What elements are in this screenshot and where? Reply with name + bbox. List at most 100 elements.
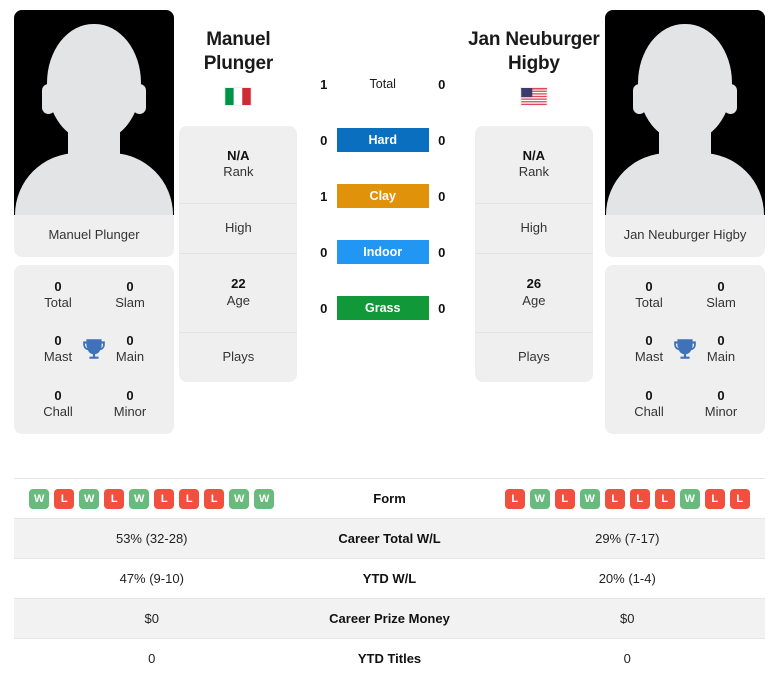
right-age-value: 26	[526, 276, 542, 292]
h2h-hard-left-score: 0	[320, 132, 328, 148]
right-career-wl-value: 29% (7-17)	[595, 531, 660, 546]
right-age-label: Age	[522, 293, 546, 309]
right-rank-label: Rank	[518, 164, 550, 180]
right-age-row: 26 Age	[474, 254, 593, 333]
right-titles-chall: 0 Chall	[613, 388, 685, 421]
h2h-indoor-right-score: 0	[438, 244, 446, 260]
right-player-name: Jan Neuburger Higby	[463, 28, 605, 76]
h2h-row-total: 1 Total 0	[303, 70, 463, 98]
avatar-silhouette-body	[15, 153, 173, 215]
left-age-row: 22 Age	[179, 254, 298, 333]
h2h-row-indoor: 0 Indoor 0	[303, 238, 463, 266]
right-high-row: High	[474, 204, 593, 255]
right-titles-minor: 0 Minor	[685, 388, 757, 421]
player-stats-table: WLWLWLLLWW Form LWLWLLLWLL 53% (32-28) C…	[14, 478, 765, 678]
right-player-name-line2: Higby	[507, 52, 560, 74]
left-player-photo-card[interactable]: Manuel Plunger	[14, 10, 174, 257]
right-player-photo-card[interactable]: Jan Neuburger Higby	[605, 10, 765, 257]
table-row-career-total-wl: 53% (32-28) Career Total W/L 29% (7-17)	[14, 518, 765, 559]
left-age-value: 22	[231, 276, 246, 292]
right-plays-row: Plays	[475, 333, 593, 382]
h2h-row-grass: 0 Grass 0	[303, 294, 463, 322]
form-badge-loss: L	[604, 488, 625, 509]
right-rank-row: N/A Rank	[474, 126, 593, 205]
avatar-silhouette-ear-left	[633, 84, 646, 114]
right-titles-total-label: Total	[635, 294, 663, 310]
left-plays-row: Plays	[179, 333, 297, 382]
left-rank-value: N/A	[227, 147, 250, 163]
h2h-clay-right-score: 0	[438, 188, 446, 204]
right-player-photo-name: Jan Neuburger Higby	[623, 227, 747, 242]
h2h-grass-badge[interactable]: Grass	[336, 296, 429, 320]
left-plays-label: Plays	[222, 348, 255, 364]
left-career-wl-value: 53% (32-28)	[115, 531, 188, 546]
row-label-career-total-wl: Career Total W/L	[338, 531, 441, 546]
left-titles-minor-value: 0	[126, 387, 134, 403]
form-badge-win: W	[79, 488, 100, 509]
form-badge-win: W	[254, 488, 275, 509]
right-titles-chall-label: Chall	[634, 403, 664, 419]
right-rank-value: N/A	[522, 147, 546, 163]
form-badge-win: W	[579, 488, 600, 509]
form-badge-loss: L	[504, 488, 525, 509]
usa-flag-icon	[519, 86, 548, 106]
right-titles-total: 0 Total	[613, 279, 685, 312]
form-badge-loss: L	[154, 488, 175, 509]
h2h-total-label: Total	[369, 77, 396, 91]
avatar-silhouette-body	[606, 153, 764, 215]
row-label-career-prize-money: Career Prize Money	[329, 611, 450, 626]
right-player-photo-column: Jan Neuburger Higby 0 Total 0 Slam 0 Mas…	[605, 10, 765, 435]
left-rank-label: Rank	[223, 164, 254, 180]
right-titles-minor-label: Minor	[704, 403, 738, 419]
h2h-row-hard: 0 Hard 0	[303, 126, 463, 154]
h2h-clay-badge[interactable]: Clay	[336, 184, 429, 208]
h2h-total-right-score: 0	[438, 76, 446, 92]
right-titles-slam: 0 Slam	[685, 279, 757, 312]
h2h-grass-right-score: 0	[438, 300, 446, 316]
left-titles-chall-label: Chall	[43, 403, 73, 419]
right-ytd-titles-value: 0	[623, 651, 631, 666]
table-row-form: WLWLWLLLWW Form LWLWLLLWLL	[14, 478, 765, 519]
form-badge-win: W	[529, 488, 550, 509]
left-high-label: High	[225, 220, 252, 236]
left-player-photo-column: Manuel Plunger 0 Total 0 Slam 0 Mast 0 M…	[14, 10, 174, 435]
avatar-silhouette-ear-right	[133, 84, 146, 114]
left-rank-row: N/A Rank	[179, 126, 298, 205]
right-player-rank-card: N/A Rank High 26 Age Plays	[474, 125, 593, 382]
left-player-titles-card: 0 Total 0 Slam 0 Mast 0 Main 0 Chall 0 M…	[14, 264, 174, 435]
form-badge-win: W	[129, 488, 150, 509]
left-player-avatar	[14, 10, 174, 215]
player-comparison-page: Manuel Plunger 0 Total 0 Slam 0 Mast 0 M…	[0, 0, 779, 699]
form-badge-loss: L	[179, 488, 200, 509]
h2h-hard-right-score: 0	[438, 132, 446, 148]
left-titles-total-label: Total	[44, 294, 72, 310]
left-ytd-titles-value: 0	[148, 651, 156, 666]
h2h-indoor-badge[interactable]: Indoor	[336, 240, 429, 264]
left-player-rank-card: N/A Rank High 22 Age Plays	[179, 125, 298, 382]
right-titles-slam-value: 0	[717, 278, 725, 294]
right-player-avatar	[605, 10, 765, 215]
right-titles-chall-value: 0	[645, 387, 653, 403]
left-player-photo-name: Manuel Plunger	[48, 227, 140, 242]
right-titles-minor-value: 0	[717, 387, 725, 403]
h2h-clay-left-score: 1	[320, 188, 328, 204]
left-player-name-line2: Plunger	[203, 52, 274, 74]
right-high-label: High	[520, 220, 548, 236]
right-ytd-wl-value: 20% (1-4)	[598, 571, 656, 586]
right-player-name-line1: Jan Neuburger	[468, 29, 600, 50]
form-badge-loss: L	[629, 488, 650, 509]
left-titles-slam: 0 Slam	[94, 279, 166, 312]
form-badge-win: W	[29, 488, 50, 509]
left-player-name: Manuel Plunger	[174, 28, 303, 76]
left-prize-money-value: $0	[144, 611, 159, 626]
h2h-grass-left-score: 0	[320, 300, 328, 316]
italy-flag-icon	[224, 86, 253, 106]
form-badge-loss: L	[704, 488, 725, 509]
left-titles-slam-label: Slam	[115, 294, 145, 310]
right-player-titles-card: 0 Total 0 Slam 0 Mast 0 Main 0 Chall 0 M…	[605, 264, 765, 435]
h2h-hard-badge[interactable]: Hard	[336, 128, 429, 152]
form-badge-loss: L	[204, 488, 225, 509]
left-titles-chall: 0 Chall	[22, 388, 94, 421]
h2h-total-left-score: 1	[320, 76, 328, 92]
row-label-form: Form	[373, 491, 406, 506]
